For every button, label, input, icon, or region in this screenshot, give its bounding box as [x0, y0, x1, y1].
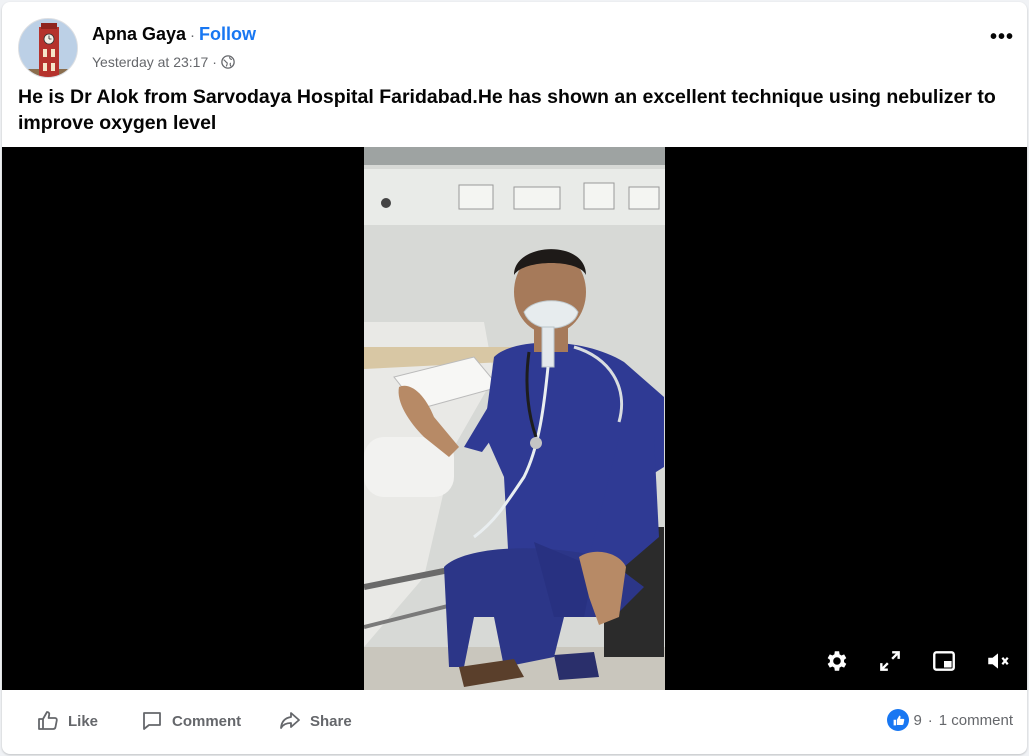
mute-icon: [988, 653, 1009, 669]
author-name[interactable]: Apna Gaya: [92, 24, 186, 45]
more-options-icon: •••: [989, 25, 1014, 48]
separator: ·: [927, 711, 933, 729]
video-frame: [364, 147, 665, 690]
like-reaction-icon[interactable]: [887, 709, 910, 731]
like-label: Like: [68, 712, 99, 730]
separator: ·: [212, 54, 217, 70]
doctor-video-still: [364, 147, 665, 690]
picture-in-picture-icon: [933, 651, 955, 671]
video-player[interactable]: [2, 147, 1027, 690]
settings-icon: [827, 651, 847, 671]
settings-button[interactable]: [821, 646, 851, 676]
share-button[interactable]: Share: [278, 706, 352, 736]
fullscreen-icon: [880, 651, 900, 671]
follow-button[interactable]: Follow: [199, 24, 256, 45]
separator: ·: [190, 27, 196, 44]
share-icon: [280, 712, 300, 729]
comment-button[interactable]: Comment: [140, 706, 241, 736]
like-button[interactable]: Like: [36, 706, 98, 736]
reactions-count[interactable]: 9: [913, 712, 921, 729]
mute-button[interactable]: [983, 646, 1013, 676]
post-card: Apna Gaya · Follow Yesterday at 23:17 · …: [2, 2, 1027, 754]
timestamp[interactable]: Yesterday at 23:17: [92, 54, 208, 70]
comment-label: Comment: [172, 712, 242, 730]
avatar[interactable]: [18, 18, 78, 78]
fullscreen-button[interactable]: [875, 646, 905, 676]
more-options-button[interactable]: •••: [987, 22, 1017, 52]
post-actions-bar: Like Comment Share 9 · 1 comment: [2, 690, 1027, 754]
post-meta: Yesterday at 23:17 ·: [92, 54, 235, 70]
clock-tower-image: [19, 19, 77, 77]
video-controls: [821, 646, 1013, 676]
thumbs-up-icon: [38, 711, 58, 730]
author-line: Apna Gaya · Follow: [92, 24, 256, 45]
engagement-stats: 9 · 1 comment: [887, 709, 1013, 731]
comments-count-link[interactable]: 1 comment: [939, 712, 1013, 729]
post-text: He is Dr Alok from Sarvodaya Hospital Fa…: [18, 86, 996, 134]
picture-in-picture-button[interactable]: [929, 646, 959, 676]
share-label: Share: [310, 712, 352, 730]
comment-icon: [143, 712, 161, 730]
globe-icon: [221, 55, 235, 69]
